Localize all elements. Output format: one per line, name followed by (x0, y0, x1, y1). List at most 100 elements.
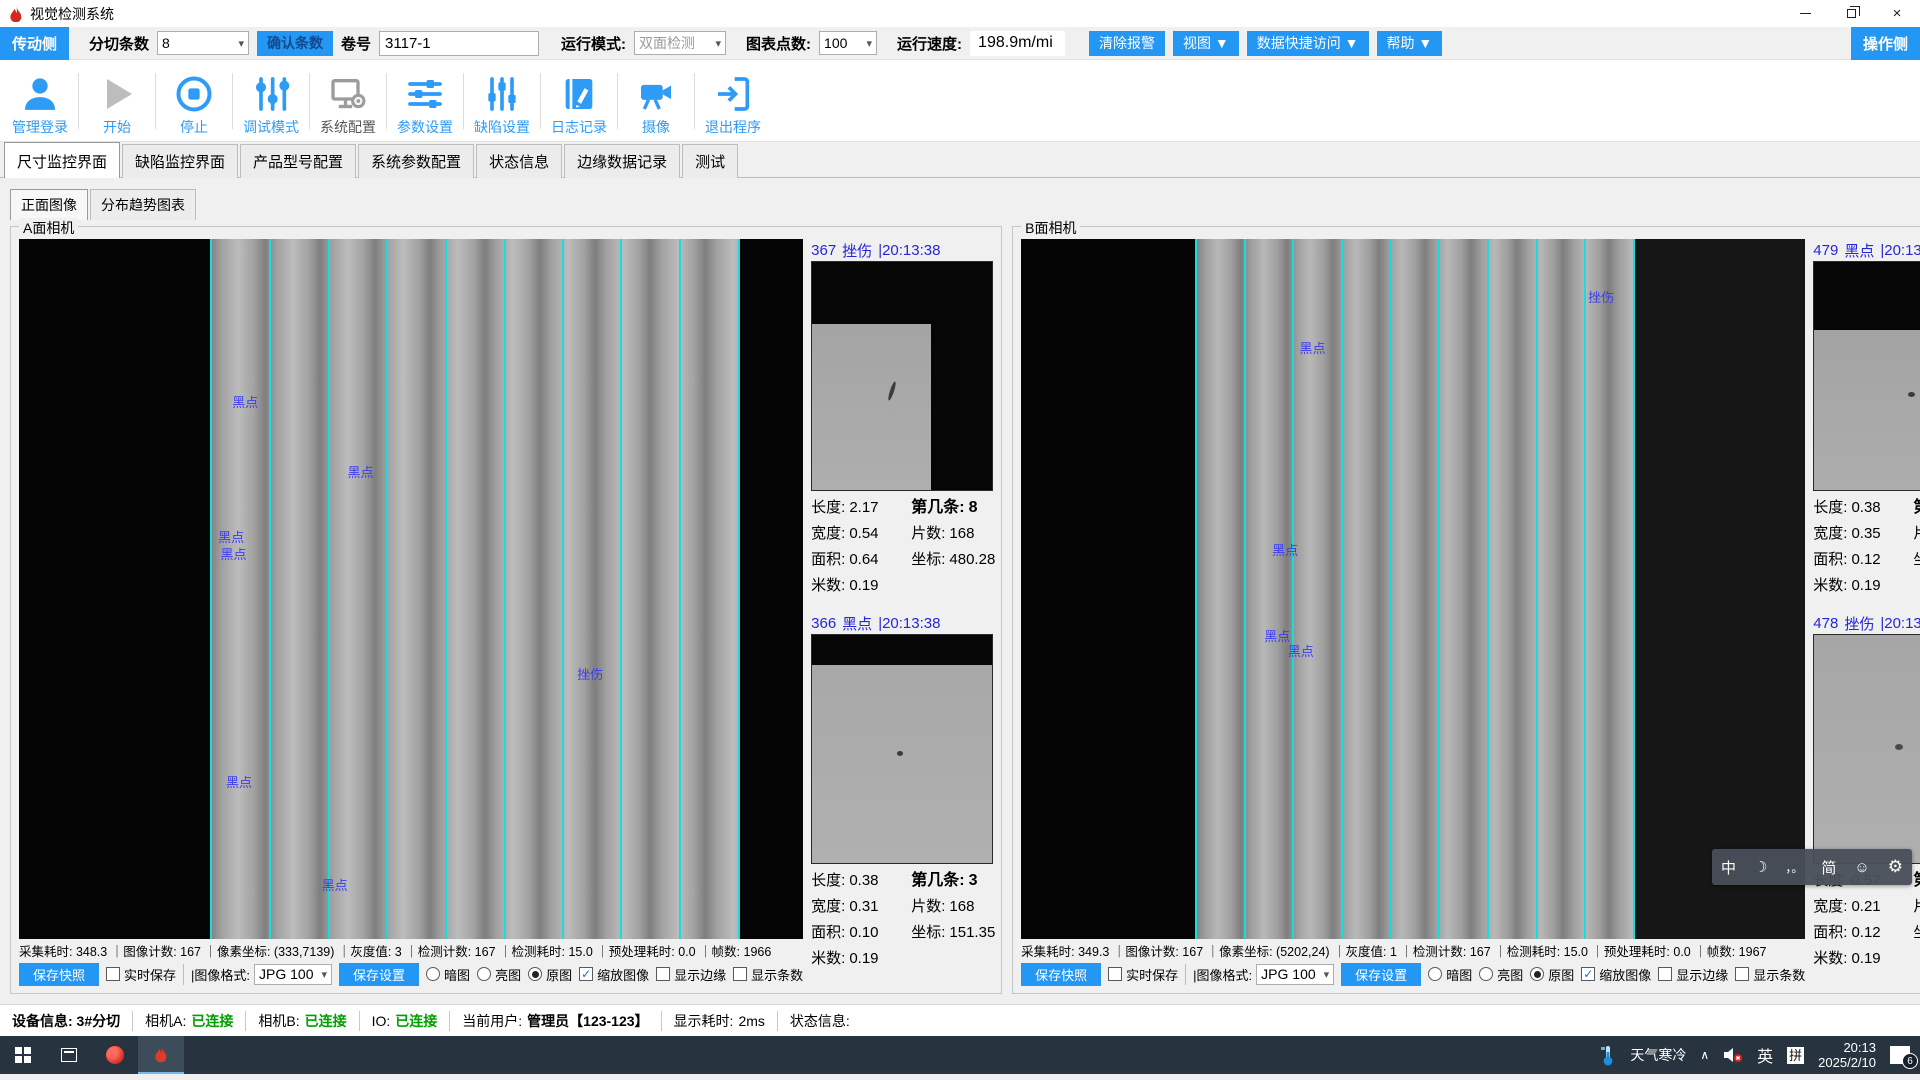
start-button[interactable]: 开始 (79, 65, 155, 137)
ime-indicator[interactable]: 拼 (1787, 1047, 1804, 1064)
equalizer-icon (482, 74, 522, 114)
ime-fullwidth-moon-icon[interactable]: ☽ (1754, 858, 1767, 876)
defect-marker-label: 黑点 (226, 772, 252, 791)
defect-marker-label: 黑点 (348, 462, 374, 481)
confirm-count-button[interactable]: 确认条数 (257, 31, 333, 56)
exit-icon (713, 74, 753, 114)
icon-menu: 管理登录 开始 停止 调试模式 系统配置 (0, 60, 1920, 142)
run-speed-label: 运行速度: (897, 33, 962, 54)
ime-mode-chinese[interactable]: 中 (1721, 857, 1736, 878)
image-format-select[interactable]: JPG 100 (1256, 964, 1334, 985)
show-strips-checkbox[interactable]: 显示条数 (733, 965, 803, 984)
defect-card[interactable]: 366 黑点 |20:13:38 长度:0.38 第几条:3 宽度:0.31 片… (811, 612, 993, 972)
realtime-save-checkbox[interactable]: 实时保存 (106, 965, 176, 984)
image-format-select[interactable]: JPG 100 (254, 964, 332, 985)
minimize-button[interactable] (1782, 0, 1828, 27)
taskbar: 天气寒冷 ∧ 英 拼 20:13 2025/2/10 6 (0, 1036, 1920, 1074)
play-icon (97, 74, 137, 114)
tab-size-monitor[interactable]: 尺寸监控界面 (4, 142, 120, 178)
active-app-button[interactable] (138, 1036, 184, 1074)
panel-a-image-controls: 保存快照 实时保存 |图像格式: JPG 100 保存设置 暗图 亮图 原图 缩… (19, 961, 803, 987)
ime-punctuation-toggle[interactable]: ，。 (1785, 859, 1803, 876)
run-mode-select[interactable]: 双面检测 (634, 31, 726, 55)
speaker-muted-icon[interactable] (1723, 1047, 1743, 1063)
tab-status-info[interactable]: 状态信息 (476, 144, 562, 178)
log-book-icon (559, 74, 599, 114)
close-button[interactable]: × (1874, 0, 1920, 27)
drive-side-button[interactable]: 传动侧 (0, 27, 69, 60)
zoom-image-checkbox[interactable]: 缩放图像 (1581, 965, 1651, 984)
tab-edge-data-record[interactable]: 边缘数据记录 (564, 144, 680, 178)
show-strips-checkbox[interactable]: 显示条数 (1735, 965, 1805, 984)
restore-button[interactable] (1828, 0, 1874, 27)
bright-image-radio[interactable]: 亮图 (477, 965, 521, 984)
realtime-save-checkbox[interactable]: 实时保存 (1108, 965, 1178, 984)
subtab-distribution-trend[interactable]: 分布趋势图表 (90, 189, 196, 220)
save-snapshot-button[interactable]: 保存快照 (19, 963, 99, 986)
stop-button[interactable]: 停止 (156, 65, 232, 137)
defect-area: 0.12 (1851, 924, 1880, 941)
bright-image-radio[interactable]: 亮图 (1479, 965, 1523, 984)
exit-program-button[interactable]: 退出程序 (695, 65, 771, 137)
defect-coord: 480.28 (949, 551, 995, 568)
main-tab-strip: 尺寸监控界面 缺陷监控界面 产品型号配置 系统参数配置 状态信息 边缘数据记录 … (0, 142, 1920, 178)
save-settings-button[interactable]: 保存设置 (339, 963, 419, 986)
language-indicator[interactable]: 英 (1757, 1043, 1773, 1067)
defect-marker-label: 黑点 (1300, 338, 1326, 357)
original-image-radio[interactable]: 原图 (1530, 965, 1574, 984)
defect-card[interactable]: 478 挫伤 |20:13:38 长度:0.57 第几条:3 宽度:0.21 片… (1813, 612, 1920, 972)
tab-defect-monitor[interactable]: 缺陷监控界面 (122, 144, 238, 178)
chart-points-select[interactable]: 100 (819, 31, 877, 55)
current-user-label: 当前用户: (462, 1011, 522, 1031)
operate-side-button[interactable]: 操作侧 (1851, 27, 1920, 60)
defect-card[interactable]: 367 挫伤 |20:13:38 长度:2.17 第几条:8 宽度:0.54 片… (811, 239, 993, 599)
video-camera-icon (636, 74, 676, 114)
dark-image-radio[interactable]: 暗图 (426, 965, 470, 984)
hidden-icons-chevron[interactable]: ∧ (1700, 1048, 1709, 1062)
subtab-front-image[interactable]: 正面图像 (10, 189, 88, 220)
save-snapshot-button[interactable]: 保存快照 (1021, 963, 1101, 986)
data-quick-access-button[interactable]: 数据快捷访问 ▼ (1247, 31, 1369, 56)
taskbar-clock[interactable]: 20:13 2025/2/10 (1818, 1040, 1876, 1070)
notification-center-button[interactable]: 6 (1890, 1046, 1910, 1064)
debug-mode-button[interactable]: 调试模式 (233, 65, 309, 137)
display-time-value: 2ms (738, 1013, 764, 1029)
log-record-button[interactable]: 日志记录 (541, 65, 617, 137)
defect-width: 0.31 (849, 898, 878, 915)
view-menu-button[interactable]: 视图 ▼ (1173, 31, 1239, 56)
ime-emoji-icon[interactable]: ☺ (1854, 859, 1869, 876)
weather-text[interactable]: 天气寒冷 (1630, 1045, 1686, 1065)
original-image-radio[interactable]: 原图 (528, 965, 572, 984)
monitor-gear-icon (328, 74, 368, 114)
pinned-app-button[interactable] (92, 1036, 138, 1074)
defect-card[interactable]: 479 黑点 |20:13:38 长度:0.38 第几条:4 宽度:0.35 片… (1813, 239, 1920, 599)
tab-test[interactable]: 测试 (682, 144, 738, 178)
show-edge-checkbox[interactable]: 显示边缘 (1658, 965, 1728, 984)
display-time-label: 显示耗时: (674, 1011, 734, 1031)
capture-button[interactable]: 摄像 (618, 65, 694, 137)
parameter-settings-button[interactable]: 参数设置 (387, 65, 463, 137)
task-view-button[interactable] (46, 1036, 92, 1074)
window-title: 视觉检测系统 (30, 4, 114, 24)
roll-number-input[interactable] (379, 31, 539, 56)
admin-login-button[interactable]: 管理登录 (2, 65, 78, 137)
defect-type: 黑点 (1844, 240, 1874, 261)
defect-marker-label: 挫伤 (1588, 287, 1614, 306)
tab-product-model-config[interactable]: 产品型号配置 (240, 144, 356, 178)
ime-simplified-toggle[interactable]: 简 (1821, 857, 1836, 878)
roll-number-label: 卷号 (341, 33, 371, 54)
help-menu-button[interactable]: 帮助 ▼ (1377, 31, 1443, 56)
start-button[interactable] (0, 1036, 46, 1074)
clear-alarm-button[interactable]: 清除报警 (1089, 31, 1165, 56)
tab-system-param-config[interactable]: 系统参数配置 (358, 144, 474, 178)
show-edge-checkbox[interactable]: 显示边缘 (656, 965, 726, 984)
zoom-image-checkbox[interactable]: 缩放图像 (579, 965, 649, 984)
split-count-select[interactable]: 8 (157, 31, 249, 55)
save-settings-button[interactable]: 保存设置 (1341, 963, 1421, 986)
defect-meters: 0.19 (849, 950, 878, 967)
ime-settings-gear-icon[interactable]: ⚙ (1888, 857, 1903, 877)
system-config-button[interactable]: 系统配置 (310, 65, 386, 137)
defect-time: |20:13:38 (1880, 242, 1920, 259)
dark-image-radio[interactable]: 暗图 (1428, 965, 1472, 984)
defect-settings-button[interactable]: 缺陷设置 (464, 65, 540, 137)
